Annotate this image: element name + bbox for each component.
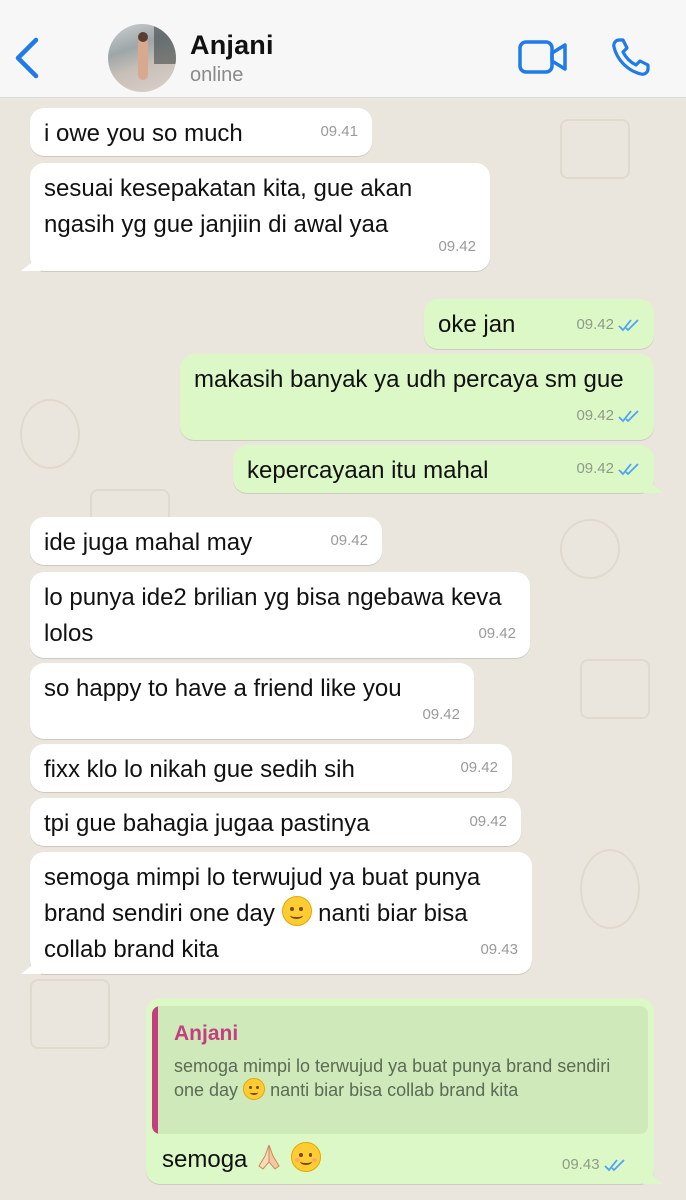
background-doodle (580, 659, 650, 719)
message-meta: 09.43 (562, 1156, 626, 1173)
message-text: fixx klo lo nikah gue sedih sih (44, 756, 355, 783)
avatar-background (154, 24, 176, 64)
avatar-figure (138, 38, 148, 80)
message-bubble[interactable]: oke jan 09.42 (424, 299, 654, 349)
timestamp-text: 09.42 (330, 532, 368, 549)
back-button[interactable] (10, 34, 44, 82)
timestamp-text: 09.42 (576, 407, 614, 424)
timestamp-text: 09.42 (469, 813, 507, 830)
folded-hands-emoji-icon (258, 1144, 280, 1170)
timestamp-text: 09.42 (422, 706, 460, 723)
message-bubble[interactable]: fixx klo lo nikah gue sedih sih 09.42 (30, 744, 512, 792)
smiling-face-emoji-icon (243, 1078, 266, 1100)
quote-text-part: nanti biar bisa collab brand kita (270, 1080, 519, 1100)
message-bubble[interactable]: sesuai kesepakatan kita, gue akan ngasih… (30, 163, 490, 271)
avatar[interactable] (108, 24, 176, 92)
reply-message-text: semoga (162, 1142, 321, 1178)
background-doodle (560, 119, 630, 179)
message-bubble[interactable]: lo punya ide2 brilian yg bisa ngebawa ke… (30, 572, 530, 658)
timestamp-text: 09.42 (576, 460, 614, 477)
back-chevron-icon (15, 37, 39, 79)
background-doodle (30, 979, 110, 1049)
quote-author: Anjani (174, 1022, 239, 1045)
background-doodle (560, 519, 620, 579)
message-timestamp: 09.42 (422, 697, 460, 733)
message-bubble[interactable]: semoga mimpi lo terwujud ya buat punya b… (30, 852, 532, 974)
avatar-head (138, 32, 148, 42)
voice-call-button[interactable] (610, 36, 652, 78)
message-timestamp: 09.42 (438, 229, 476, 265)
message-text: sesuai kesepakatan kita, gue akan ngasih… (44, 175, 419, 238)
message-text: semoga (162, 1146, 248, 1173)
message-text: i owe you so much (44, 120, 243, 147)
message-meta: 09.42 (576, 398, 640, 434)
message-bubble[interactable]: makasih banyak ya udh percaya sm gue 09.… (180, 354, 654, 440)
message-text: tpi gue bahagia jugaa pastinya (44, 810, 370, 837)
quote-accent-bar (152, 1006, 158, 1134)
contact-status: online (190, 64, 244, 86)
message-meta: 09.42 (576, 307, 640, 343)
timestamp-text: 09.43 (562, 1156, 600, 1173)
quote-text: semoga mimpi lo terwujud ya buat punya b… (174, 1054, 634, 1102)
background-doodle (580, 849, 640, 929)
video-call-icon (518, 40, 567, 74)
message-bubble[interactable]: ide juga mahal may 09.42 (30, 517, 382, 565)
message-text: lo punya ide2 brilian yg bisa ngebawa ke… (44, 584, 509, 647)
message-text: oke jan (438, 311, 516, 338)
message-meta: 09.42 (576, 451, 640, 487)
message-bubble[interactable]: so happy to have a friend like you 09.42 (30, 663, 474, 739)
timestamp-text: 09.42 (460, 759, 498, 776)
background-doodle (20, 399, 80, 469)
message-timestamp: 09.42 (469, 804, 507, 840)
phone-call-icon (612, 38, 650, 76)
double-check-read-icon (603, 1158, 625, 1171)
message-text: so happy to have a friend like you (44, 675, 402, 702)
message-text: semoga mimpi lo terwujud ya buat punya b… (44, 864, 487, 963)
message-bubble[interactable]: i owe you so much 09.41 (30, 108, 372, 156)
message-timestamp: 09.43 (480, 932, 518, 968)
timestamp-text: 09.42 (576, 316, 614, 333)
timestamp-text: 09.42 (438, 238, 476, 255)
smiling-face-blush-emoji-icon (290, 1142, 321, 1172)
smiling-face-emoji-icon (281, 896, 312, 926)
double-check-read-icon (618, 319, 639, 332)
chat-header: Anjani online (0, 0, 686, 98)
message-text: ide juga mahal may (44, 529, 253, 556)
timestamp-text: 09.41 (320, 123, 358, 140)
timestamp-text: 09.43 (480, 941, 518, 958)
message-text: makasih banyak ya udh percaya sm gue (194, 366, 624, 393)
message-timestamp: 09.42 (330, 523, 368, 559)
message-timestamp: 09.42 (478, 616, 516, 652)
message-bubble[interactable]: tpi gue bahagia jugaa pastinya 09.42 (30, 798, 521, 846)
message-bubble[interactable]: kepercayaan itu mahal 09.42 (233, 445, 654, 493)
quoted-message[interactable]: Anjani semoga mimpi lo terwujud ya buat … (152, 1006, 648, 1134)
double-check-read-icon (618, 463, 639, 476)
message-text: kepercayaan itu mahal (247, 457, 489, 484)
timestamp-text: 09.42 (478, 625, 516, 642)
message-timestamp: 09.42 (460, 750, 498, 786)
double-check-read-icon (618, 410, 639, 423)
message-timestamp: 09.41 (320, 114, 358, 150)
video-call-button[interactable] (518, 38, 568, 78)
contact-name[interactable]: Anjani (190, 30, 274, 61)
